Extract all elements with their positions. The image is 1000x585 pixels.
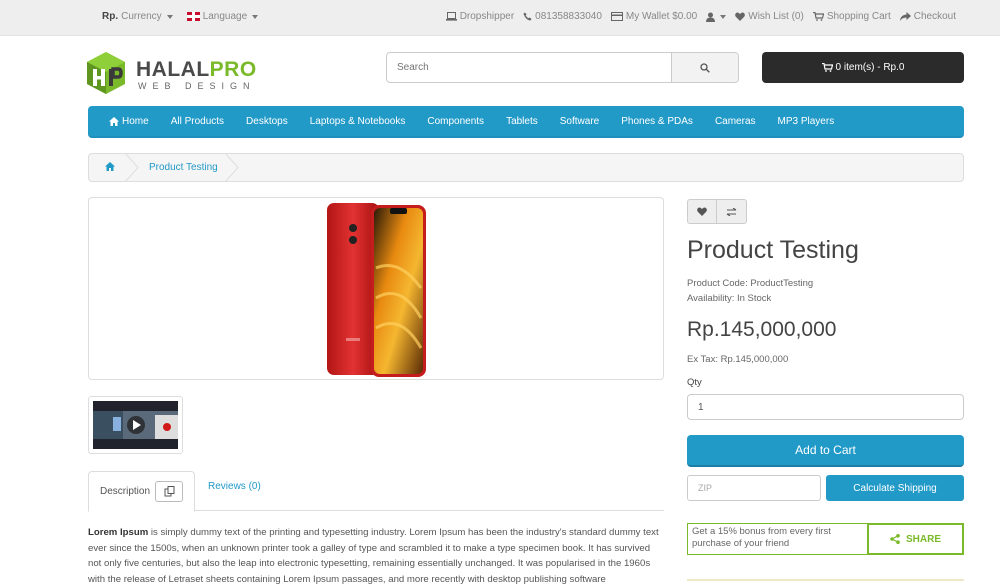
tab-reviews[interactable]: Reviews (0) — [208, 481, 261, 492]
top-bar: Rp. Currency Language Dropshipper 081358… — [0, 0, 1000, 36]
nav-label: Home — [122, 115, 149, 127]
language-dropdown[interactable]: Language — [186, 11, 259, 22]
caret-down-icon — [252, 14, 259, 19]
nav-item-tablets[interactable]: Tablets — [495, 116, 549, 127]
product-code: Product Code: ProductTesting — [687, 278, 814, 289]
tab-description-label: Description — [100, 486, 151, 497]
cart-icon — [821, 63, 833, 72]
copy-icon — [164, 486, 175, 497]
search-button[interactable] — [671, 53, 738, 82]
share-button[interactable]: SHARE — [867, 523, 964, 555]
caret-down-icon — [720, 14, 727, 19]
home-icon — [105, 162, 115, 171]
nav-item-desktops[interactable]: Desktops — [235, 116, 299, 127]
dropshipper-label: Dropshipper — [459, 11, 515, 22]
account-dropdown[interactable] — [706, 12, 727, 22]
logo-mark-icon — [87, 52, 125, 94]
calculate-shipping-button[interactable]: Calculate Shipping — [826, 475, 964, 501]
product-availability: Availability: In Stock — [687, 293, 772, 304]
logo-subtitle: WEB DESIGN — [138, 81, 256, 91]
dropshipper-link[interactable]: Dropshipper — [445, 11, 515, 22]
shopping-cart-link[interactable]: Shopping Cart — [812, 11, 891, 22]
description-body: is simply dummy text of the printing and… — [88, 527, 659, 585]
divider — [687, 579, 964, 581]
product-title: Product Testing — [687, 236, 859, 264]
description-lead: Lorem Ipsum — [88, 527, 149, 538]
tab-description[interactable]: Description — [88, 471, 195, 512]
product-price: Rp.145,000,000 — [687, 318, 837, 341]
nav-item-components[interactable]: Components — [416, 116, 495, 127]
breadcrumb-home[interactable] — [105, 162, 115, 174]
shopping-cart-label: Shopping Cart — [826, 11, 891, 22]
laptop-icon — [445, 12, 457, 21]
nav-item-all-products[interactable]: All Products — [160, 116, 235, 127]
breadcrumb: Product Testing — [88, 153, 964, 182]
home-icon — [109, 116, 119, 126]
product-phone-image — [327, 203, 426, 377]
product-main-image[interactable] — [88, 197, 664, 380]
copy-button[interactable] — [155, 481, 184, 502]
main-nav: Home All Products Desktops Laptops & Not… — [88, 106, 964, 138]
cart-icon — [812, 12, 824, 21]
cart-dropdown-button[interactable]: 0 item(s) - Rp.0 — [762, 52, 964, 83]
video-preview — [93, 401, 178, 449]
product-meta: Product Code: ProductTesting Availabilit… — [687, 276, 813, 306]
user-icon — [706, 12, 716, 22]
quantity-input[interactable]: 1 — [687, 394, 964, 420]
breadcrumb-separator — [125, 153, 139, 182]
quantity-label: Qty — [687, 377, 702, 388]
caret-down-icon — [166, 14, 173, 19]
search-icon — [700, 62, 710, 73]
phone-link[interactable]: 081358833040 — [523, 11, 602, 22]
currency-dropdown[interactable]: Rp. Currency — [102, 11, 173, 22]
checkout-label: Checkout — [913, 11, 956, 22]
heart-icon — [697, 207, 707, 216]
nav-item-phones[interactable]: Phones & PDAs — [610, 116, 704, 127]
heart-icon — [735, 12, 746, 21]
product-description: Lorem Ipsum is simply dummy text of the … — [88, 525, 664, 585]
cart-total: 0 item(s) - Rp.0 — [835, 62, 905, 73]
exchange-icon — [726, 207, 737, 216]
wishlist-label: Wish List (0) — [748, 11, 804, 22]
search-input[interactable] — [387, 53, 671, 82]
product-ex-tax: Ex Tax: Rp.145,000,000 — [687, 354, 789, 365]
site-logo[interactable]: HALALPRO WEB DESIGN — [87, 52, 257, 96]
nav-item-software[interactable]: Software — [549, 116, 610, 127]
currency-label: Currency — [121, 11, 162, 22]
currency-symbol: Rp. — [102, 11, 119, 22]
share-label: SHARE — [905, 533, 941, 545]
breadcrumb-separator — [225, 153, 239, 182]
compare-button[interactable] — [717, 199, 747, 224]
nav-item-cameras[interactable]: Cameras — [704, 116, 767, 127]
uk-flag-icon — [186, 12, 200, 21]
phone-icon — [523, 12, 532, 21]
wallet-link[interactable]: My Wallet $0.00 — [610, 11, 698, 22]
add-to-wishlist-button[interactable] — [687, 199, 717, 224]
nav-item-mp3[interactable]: MP3 Players — [767, 116, 846, 127]
share-arrow-icon — [899, 12, 911, 21]
logo-name: HALALPRO — [136, 58, 257, 81]
share-icon — [890, 534, 900, 544]
product-tabs: Description Reviews (0) — [88, 471, 664, 512]
credit-card-icon — [610, 12, 623, 21]
wallet-label: My Wallet $0.00 — [625, 11, 698, 22]
checkout-link[interactable]: Checkout — [899, 11, 956, 22]
zip-input[interactable]: ZIP — [687, 475, 821, 501]
product-action-buttons — [687, 199, 747, 224]
search-bar — [386, 52, 739, 83]
wishlist-link[interactable]: Wish List (0) — [735, 11, 804, 22]
product-video-thumbnail[interactable] — [88, 396, 183, 454]
language-label: Language — [202, 11, 248, 22]
add-to-cart-button[interactable]: Add to Cart — [687, 435, 964, 467]
share-promo-box: Get a 15% bonus from every first purchas… — [687, 523, 964, 555]
nav-item-home[interactable]: Home — [98, 116, 160, 127]
share-promo-text: Get a 15% bonus from every first purchas… — [692, 526, 831, 549]
breadcrumb-current[interactable]: Product Testing — [149, 162, 218, 173]
nav-item-laptops[interactable]: Laptops & Notebooks — [299, 116, 417, 127]
video-thumbnail-image — [93, 401, 178, 449]
phone-number: 081358833040 — [535, 11, 602, 22]
